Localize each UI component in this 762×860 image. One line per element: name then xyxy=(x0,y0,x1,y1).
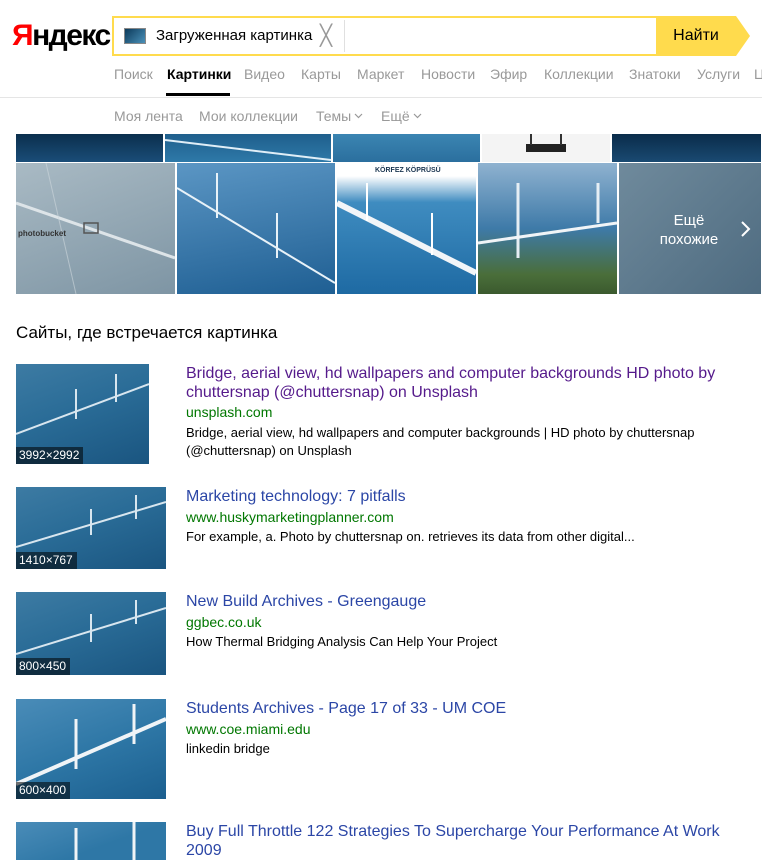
similar-image-tile[interactable]: photobucket xyxy=(16,163,175,294)
chevron-right-icon xyxy=(741,221,751,237)
result-thumbnail[interactable]: 3992×2992 xyxy=(16,364,149,464)
service-video[interactable]: Видео xyxy=(244,66,285,82)
service-services[interactable]: Услуги xyxy=(697,66,740,82)
bridge-image xyxy=(478,183,617,258)
similar-image-thumb[interactable] xyxy=(16,134,163,162)
image-size-badge: 3992×2992 xyxy=(16,447,84,464)
site-result: 1410×767 Marketing technology: 7 pitfall… xyxy=(16,487,756,569)
subnav-my-collections[interactable]: Мои коллекции xyxy=(199,108,298,124)
result-snippet: Bridge, aerial view, hd wallpapers and c… xyxy=(186,425,695,458)
result-snippet: For example, a. Photo by chuttersnap on.… xyxy=(186,529,635,544)
yandex-logo[interactable]: Яндекс xyxy=(12,16,111,56)
subnav-my-feed[interactable]: Моя лента xyxy=(114,108,183,124)
similar-image-thumb[interactable] xyxy=(333,134,480,162)
site-result: Buy Full Throttle 122 Strategies To Supe… xyxy=(16,822,756,860)
uploaded-image-label: Загруженная картинка xyxy=(156,27,313,44)
logo-first-letter: Я xyxy=(12,19,34,52)
subnav-themes[interactable]: Темы xyxy=(316,108,363,124)
result-title-link[interactable]: Marketing technology: 7 pitfalls xyxy=(186,487,746,506)
more-similar-line1: Ещё xyxy=(673,212,705,229)
result-domain[interactable]: www.coe.miami.edu xyxy=(186,721,311,737)
similar-image-tile[interactable] xyxy=(478,163,617,294)
site-result: 600×400 Students Archives - Page 17 of 3… xyxy=(16,699,756,799)
service-maps[interactable]: Карты xyxy=(301,66,341,82)
image-size-badge: 1410×767 xyxy=(16,552,77,569)
more-similar-label: Ещё похожие xyxy=(619,211,759,249)
site-result: 800×450 New Build Archives - Greengauge … xyxy=(16,592,756,675)
bridge-image xyxy=(337,183,476,276)
chevron-down-icon xyxy=(354,113,363,119)
uploaded-image-thumbnail xyxy=(124,28,146,44)
bridge-image xyxy=(177,173,335,284)
result-title-link[interactable]: Students Archives - Page 17 of 33 - UM C… xyxy=(186,699,746,718)
service-search[interactable]: Поиск xyxy=(114,66,153,82)
more-similar-button[interactable]: Ещё похожие xyxy=(619,163,761,294)
subnav-my-collections-label: Мои коллекции xyxy=(199,108,298,124)
service-collections[interactable]: Коллекции xyxy=(544,66,614,82)
similar-image-thumb[interactable] xyxy=(612,134,761,162)
result-snippet: How Thermal Bridging Analysis Can Help Y… xyxy=(186,634,498,649)
search-button-label: Найти xyxy=(673,27,719,44)
image-size-badge: 800×450 xyxy=(16,658,71,675)
active-tab-underline xyxy=(166,93,230,96)
similar-image-tile[interactable] xyxy=(177,163,335,294)
similar-images-grid: photobucket KÖRFEZ KÖPRÜSÜ Ещё похожие xyxy=(16,163,761,294)
result-title-link[interactable]: New Build Archives - Greengauge xyxy=(186,592,746,611)
similar-images-row-partial xyxy=(0,134,762,162)
site-result: 3992×2992 Bridge, aerial view, hd wallpa… xyxy=(16,364,756,464)
subnav-more-label: Ещё xyxy=(381,108,410,124)
korfez-koprusu-caption: KÖRFEZ KÖPRÜSÜ xyxy=(375,167,441,174)
result-thumbnail[interactable]: 1410×767 xyxy=(16,487,166,569)
search-box[interactable]: Загруженная картинка ╳ xyxy=(112,16,656,56)
more-similar-line2: похожие xyxy=(659,231,719,248)
result-snippet: linkedin bridge xyxy=(186,741,270,756)
service-experts[interactable]: Знатоки xyxy=(629,66,681,82)
sites-section-title: Сайты, где встречается картинка xyxy=(16,323,278,342)
similar-image-thumb[interactable] xyxy=(482,134,610,162)
service-truncated[interactable]: Ц xyxy=(754,66,762,82)
similar-image-tile[interactable]: KÖRFEZ KÖPRÜSÜ xyxy=(337,163,476,294)
result-thumbnail[interactable] xyxy=(16,822,166,860)
result-title-link[interactable]: Bridge, aerial view, hd wallpapers and c… xyxy=(186,364,746,402)
image-size-badge: 600×400 xyxy=(16,782,71,799)
chevron-down-icon xyxy=(413,113,422,119)
logo-rest: ндекс xyxy=(32,19,111,52)
result-title-link[interactable]: Buy Full Throttle 122 Strategies To Supe… xyxy=(186,822,746,860)
header: Яндекс Загруженная картинка ╳ Найти Поис… xyxy=(0,0,762,98)
router-image xyxy=(526,134,566,152)
bridge-image xyxy=(164,139,332,161)
result-domain[interactable]: unsplash.com xyxy=(186,404,272,420)
service-images[interactable]: Картинки xyxy=(167,66,231,82)
subnav-my-feed-label: Моя лента xyxy=(114,108,183,124)
result-domain[interactable]: www.huskymarketingplanner.com xyxy=(186,509,394,525)
service-news[interactable]: Новости xyxy=(421,66,475,82)
result-thumbnail[interactable]: 600×400 xyxy=(16,699,166,799)
subnav-themes-label: Темы xyxy=(316,108,352,124)
bridge-image xyxy=(74,822,136,860)
search-button-arrow xyxy=(736,16,750,56)
result-thumbnail[interactable]: 800×450 xyxy=(16,592,166,675)
uploaded-image-chip[interactable]: Загруженная картинка ╳ xyxy=(116,20,345,52)
close-icon[interactable]: ╳ xyxy=(320,24,332,48)
search-button[interactable]: Найти xyxy=(656,16,736,56)
similar-image-thumb[interactable] xyxy=(164,134,332,162)
service-market[interactable]: Маркет xyxy=(357,66,404,82)
result-domain[interactable]: ggbec.co.uk xyxy=(186,614,262,630)
photobucket-watermark: photobucket xyxy=(18,229,66,238)
subnav-more[interactable]: Ещё xyxy=(381,108,422,124)
service-efir[interactable]: Эфир xyxy=(490,66,527,82)
